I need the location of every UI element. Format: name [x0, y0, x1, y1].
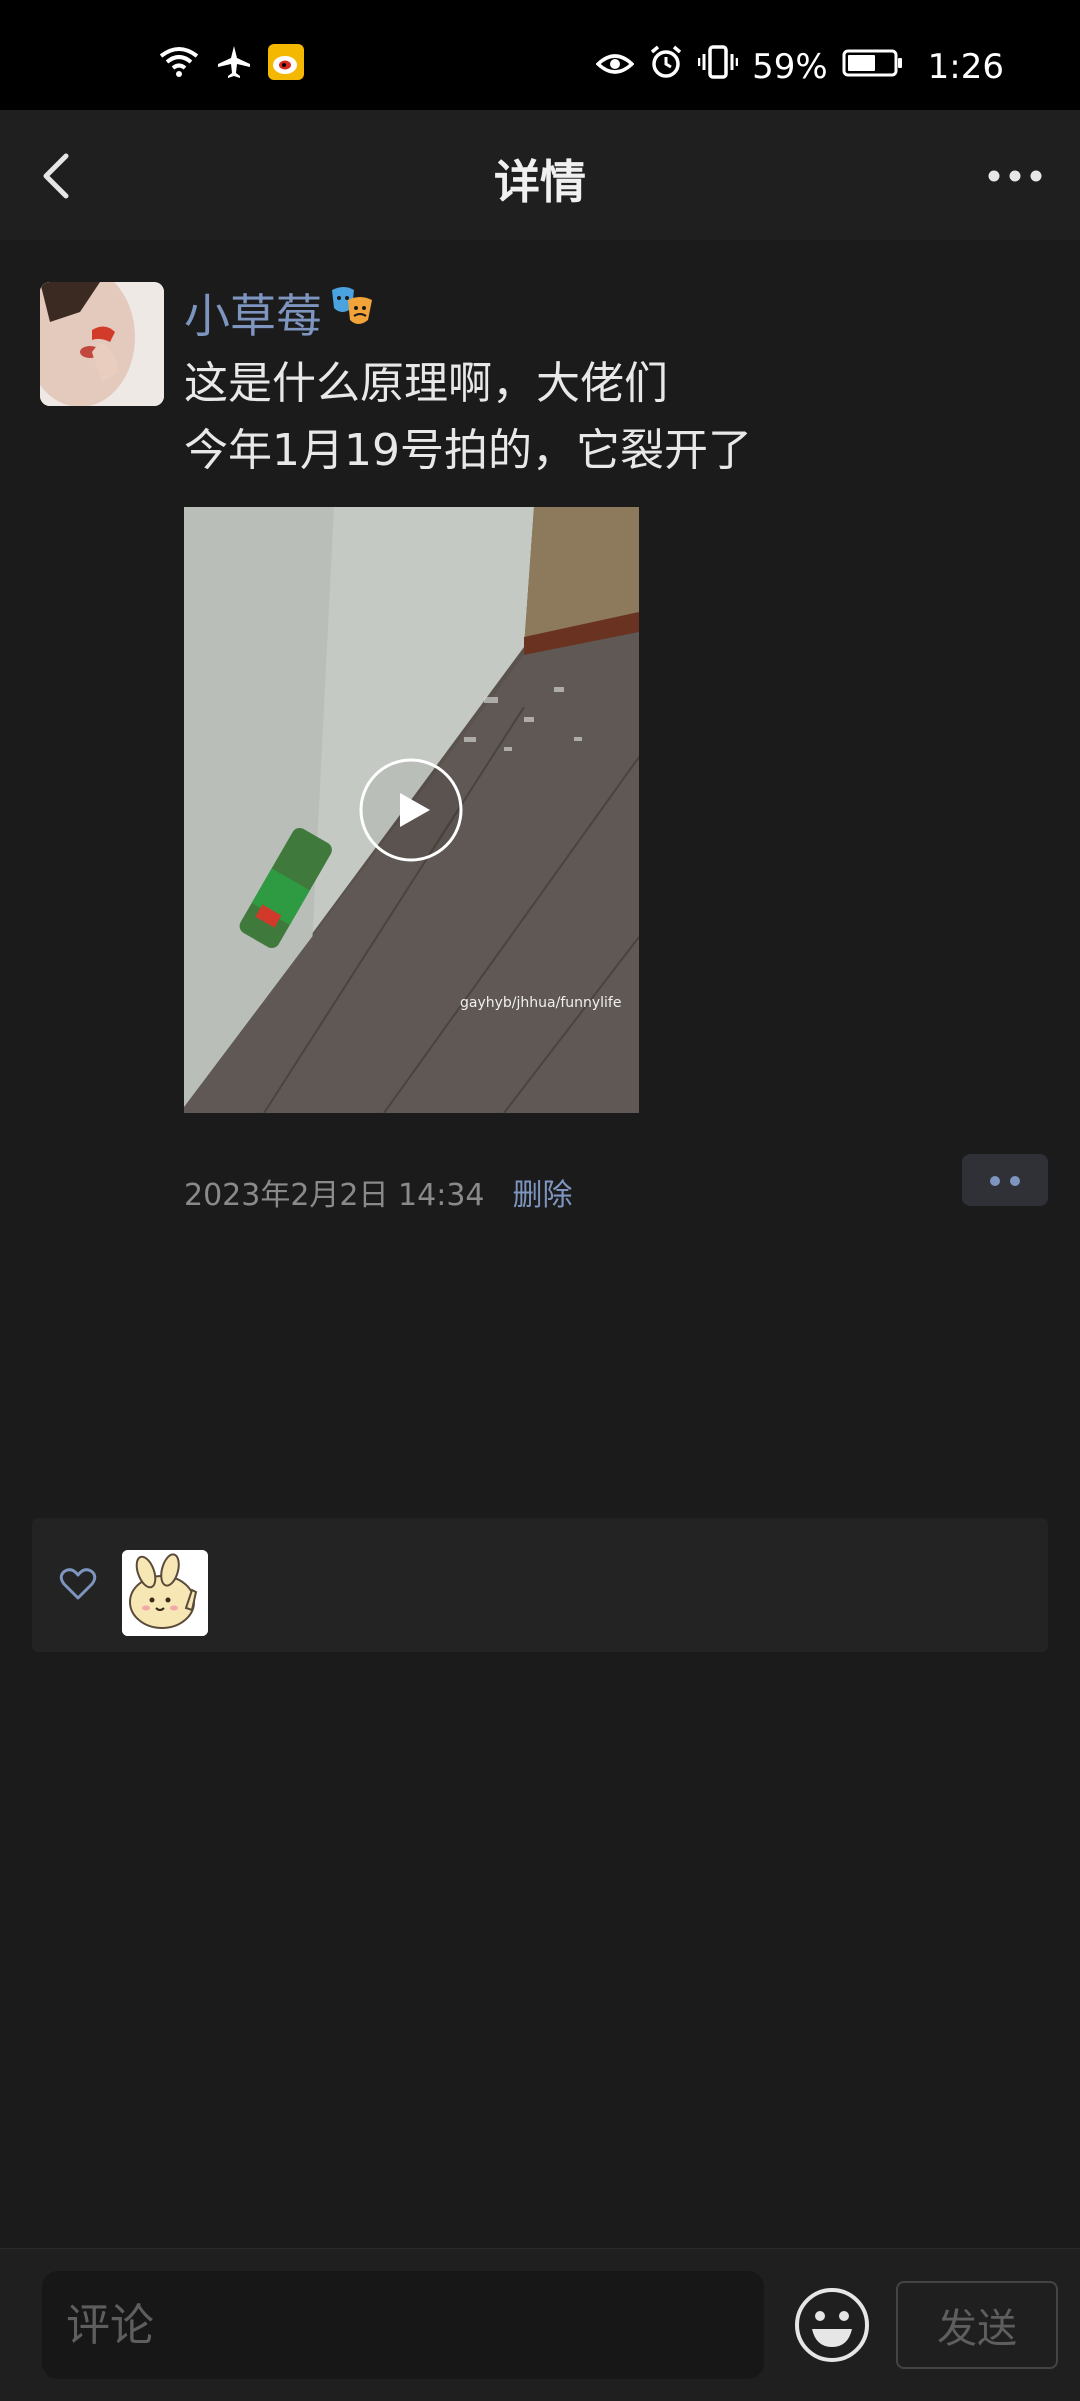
delete-link[interactable]: 删除 [513, 1170, 573, 1214]
alarm-icon [648, 44, 684, 89]
comment-input[interactable] [42, 2271, 764, 2379]
vibrate-icon [697, 44, 739, 89]
play-icon[interactable] [358, 757, 464, 863]
video-watermark: gayhyb/jhhua/funnylife [460, 995, 622, 1011]
heart-icon [58, 1564, 98, 1604]
nav-bar: 详情 [0, 110, 1080, 240]
battery-percent: 59% [752, 46, 828, 87]
like-comment-button[interactable] [962, 1154, 1048, 1206]
more-icon[interactable] [980, 146, 1050, 206]
weibo-icon [268, 44, 304, 84]
post-text-line-2: 今年1月19号拍的，它裂开了 [184, 425, 752, 476]
status-bar: 59% 1:26 [0, 0, 1080, 110]
airplane-icon [216, 44, 252, 84]
timestamp: 2023年2月2日 14:34 [184, 1178, 485, 1213]
wifi-icon [158, 46, 200, 82]
clock: 1:26 [927, 46, 1004, 87]
post-meta: 2023年2月2日 14:34 删除 [184, 1170, 573, 1214]
send-button[interactable]: 发送 [896, 2281, 1058, 2369]
username[interactable]: 小草莓 [184, 280, 376, 346]
eye-icon [595, 47, 635, 87]
video-thumbnail[interactable]: gayhyb/jhhua/funnylife [184, 507, 639, 1113]
page-title: 详情 [494, 155, 586, 209]
emoji-icon[interactable] [792, 2285, 872, 2365]
likes-panel [32, 1518, 1048, 1652]
more-dot-2 [1010, 1176, 1020, 1186]
username-text: 小草莓 [184, 289, 322, 343]
liker-avatar[interactable] [122, 1550, 208, 1636]
theater-masks-icon [328, 284, 376, 343]
post-text-line-1: 这是什么原理啊，大佬们 [184, 358, 668, 409]
status-right-icons: 59% 1:26 [595, 44, 1004, 89]
comment-bar: 发送 [0, 2248, 1080, 2401]
post-text: 这是什么原理啊，大佬们 今年1月19号拍的，它裂开了 [184, 350, 752, 484]
more-dot-1 [990, 1176, 1000, 1186]
battery-icon [842, 47, 904, 87]
avatar[interactable] [40, 282, 164, 406]
status-left-icons [158, 44, 304, 84]
